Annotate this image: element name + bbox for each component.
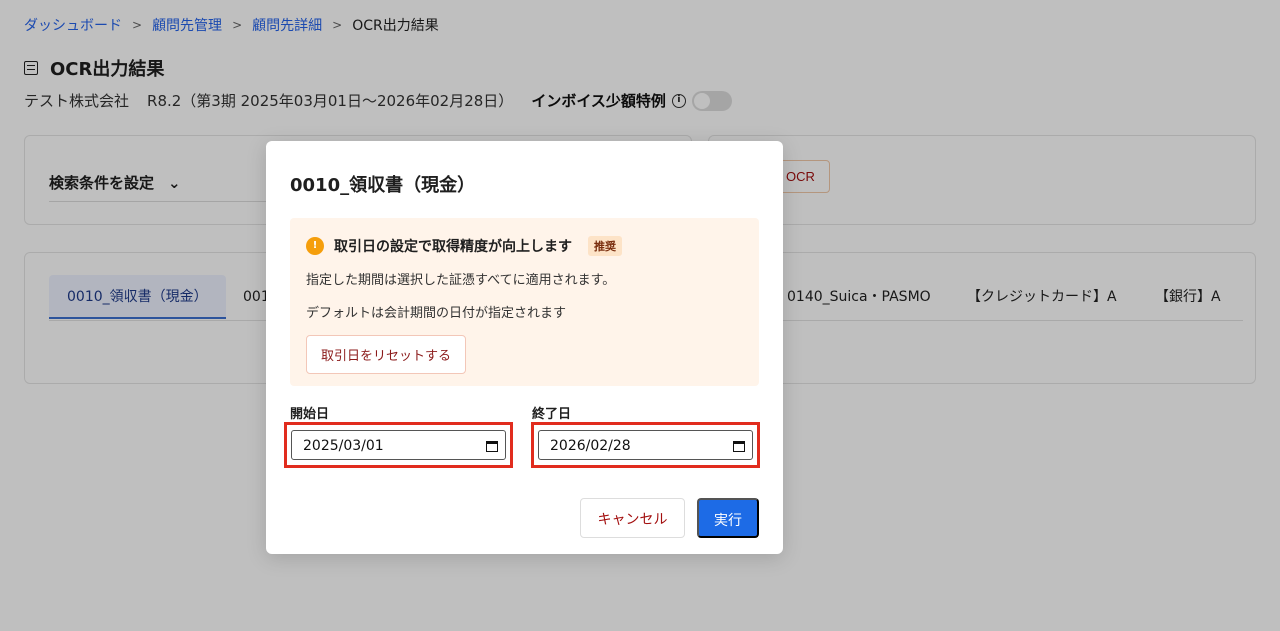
notice-box: ! 取引日の設定で取得精度が向上します 推奨 指定した期間は選択した証憑すべてに… [290, 218, 759, 386]
execute-button[interactable]: 実行 [697, 498, 759, 538]
cancel-button[interactable]: キャンセル [580, 498, 685, 538]
start-date-input[interactable]: 2025/03/01 [291, 430, 506, 460]
end-date-value: 2026/02/28 [550, 438, 631, 454]
recommended-badge: 推奨 [588, 236, 622, 256]
start-date-label: 開始日 [290, 407, 330, 422]
start-date-value: 2025/03/01 [303, 438, 384, 454]
modal-title: 0010_領収書（現金） [290, 175, 476, 196]
end-date-input[interactable]: 2026/02/28 [538, 430, 753, 460]
page: ダッシュボード > 顧問先管理 > 顧問先詳細 > OCR出力結果 OCR出力結… [0, 0, 1280, 631]
notice-text-1: 指定した期間は選択した証憑すべてに適用されます。 [306, 273, 616, 288]
warning-icon: ! [306, 237, 324, 255]
calendar-icon[interactable] [733, 441, 745, 452]
end-date-label: 終了日 [532, 407, 572, 422]
notice-text-2: デフォルトは会計期間の日付が指定されます [306, 306, 567, 321]
notice-heading: 取引日の設定で取得精度が向上します [334, 239, 572, 255]
reset-date-button[interactable]: 取引日をリセットする [306, 335, 467, 374]
end-date-highlight: 2026/02/28 [531, 422, 760, 468]
start-date-highlight: 2025/03/01 [284, 422, 513, 468]
date-range-modal: 0010_領収書（現金） ! 取引日の設定で取得精度が向上します 推奨 指定した… [266, 141, 783, 554]
calendar-icon[interactable] [486, 441, 498, 452]
notice-heading-row: ! 取引日の設定で取得精度が向上します 推奨 [306, 236, 622, 256]
